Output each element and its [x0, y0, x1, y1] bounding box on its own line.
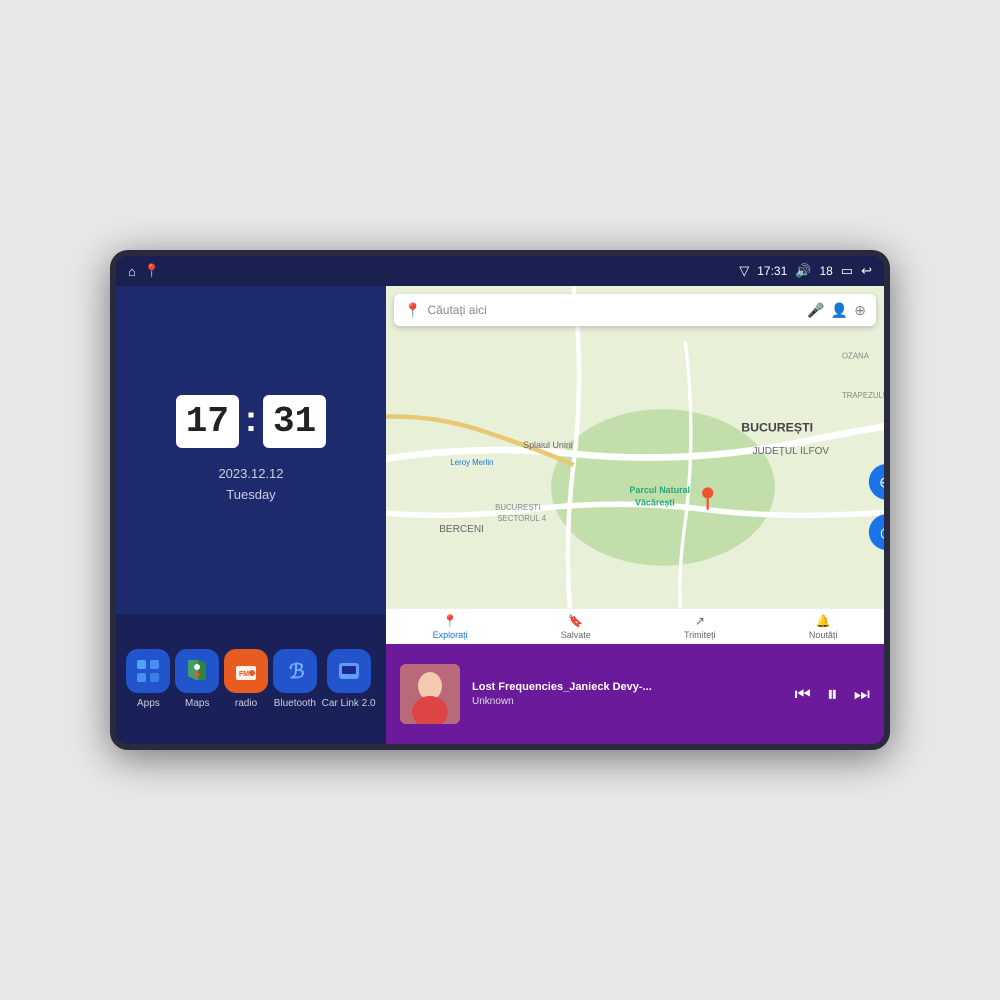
status-bar: ⌂ 📍 ▽ 17:31 🔊 18 ▭ ↩ — [116, 256, 884, 286]
radio-label: radio — [235, 698, 257, 709]
trimiteți-label: Trimiteți — [684, 630, 716, 640]
status-right: ▽ 17:31 🔊 18 ▭ ↩ — [739, 263, 872, 279]
svg-text:SECTORUL 4: SECTORUL 4 — [497, 514, 546, 523]
carlink-label: Car Link 2.0 — [322, 698, 376, 709]
bluetooth-icon: ℬ — [273, 649, 317, 693]
clock-display: 17 : 31 — [176, 395, 326, 448]
map-nav-explorați[interactable]: 📍 Explorați — [433, 614, 468, 640]
media-artist: Unknown — [472, 696, 783, 707]
back-icon[interactable]: ↩ — [861, 263, 872, 279]
prev-button[interactable]: ⏮ — [795, 684, 811, 705]
mic-icon[interactable]: 🎤 — [807, 302, 824, 319]
media-controls: ⏮ ⏸ ⏭ — [795, 681, 870, 707]
maps-pin-icon[interactable]: 📍 — [144, 263, 160, 279]
map-widget[interactable]: BUCUREȘTI JUDEȚUL ILFOV BERCENI Parcul N… — [386, 286, 884, 644]
map-background: BUCUREȘTI JUDEȚUL ILFOV BERCENI Parcul N… — [386, 286, 884, 644]
main-area: 17 : 31 2023.12.12 Tuesday — [116, 286, 884, 744]
news-icon: 🔔 — [816, 614, 831, 628]
svg-text:Splaiul Unirii: Splaiul Unirii — [523, 440, 573, 450]
radio-icon: FM — [224, 649, 268, 693]
layers-icon[interactable]: ⊕ — [854, 302, 866, 319]
svg-text:FM: FM — [239, 671, 249, 678]
play-pause-button[interactable]: ⏸ — [827, 681, 838, 707]
explorați-label: Explorați — [433, 630, 468, 640]
bluetooth-label: Bluetooth — [274, 698, 316, 709]
app-item-radio[interactable]: FM radio — [224, 649, 268, 709]
home-icon[interactable]: ⌂ — [128, 264, 136, 279]
account-icon[interactable]: 👤 — [831, 302, 848, 319]
media-info: Lost Frequencies_Janieck Devy-... Unknow… — [472, 681, 783, 707]
svg-text:BUCUREȘTI: BUCUREȘTI — [495, 503, 540, 512]
map-search-bar[interactable]: 📍 Căutați aici 🎤 👤 ⊕ — [394, 294, 876, 326]
app-launcher: Apps Maps — [116, 614, 386, 744]
svg-text:BERCENI: BERCENI — [439, 524, 484, 535]
share-icon: ↗ — [695, 614, 705, 628]
apps-icon — [126, 649, 170, 693]
svg-text:⊕: ⊕ — [879, 474, 884, 491]
clock-date: 2023.12.12 Tuesday — [218, 464, 283, 506]
svg-text:JUDEȚUL ILFOV: JUDEȚUL ILFOV — [752, 446, 829, 457]
map-nav-noutăți[interactable]: 🔔 Noutăți — [809, 614, 838, 640]
salvate-label: Salvate — [561, 630, 591, 640]
next-button[interactable]: ⏭ — [854, 684, 870, 705]
map-search-text[interactable]: Căutați aici — [427, 303, 801, 317]
status-time: 17:31 — [757, 264, 787, 278]
clock-minutes: 31 — [263, 395, 326, 448]
maps-search-pin-icon: 📍 — [404, 302, 421, 319]
svg-text:Leroy Merlin: Leroy Merlin — [450, 458, 493, 467]
map-nav-trimiteți[interactable]: ↗ Trimiteți — [684, 614, 716, 640]
noutăți-label: Noutăți — [809, 630, 838, 640]
apps-label: Apps — [137, 698, 160, 709]
clock-widget: 17 : 31 2023.12.12 Tuesday — [116, 286, 386, 614]
device-frame: ⌂ 📍 ▽ 17:31 🔊 18 ▭ ↩ 17 : — [110, 250, 890, 750]
carlink-icon — [327, 649, 371, 693]
app-item-apps[interactable]: Apps — [126, 649, 170, 709]
status-left: ⌂ 📍 — [128, 263, 160, 279]
map-search-icons: 🎤 👤 ⊕ — [807, 302, 866, 319]
left-panel: 17 : 31 2023.12.12 Tuesday — [116, 286, 386, 744]
maps-icon — [175, 649, 219, 693]
media-title: Lost Frequencies_Janieck Devy-... — [472, 681, 783, 693]
svg-text:BUCUREȘTI: BUCUREȘTI — [741, 420, 813, 434]
map-nav-salvate[interactable]: 🔖 Salvate — [561, 614, 591, 640]
svg-text:Văcărești: Văcărești — [635, 497, 675, 507]
screen: ⌂ 📍 ▽ 17:31 🔊 18 ▭ ↩ 17 : — [116, 256, 884, 744]
svg-text:TRAPEZULUI: TRAPEZULUI — [842, 391, 884, 400]
album-art-image — [400, 664, 460, 724]
explore-icon: 📍 — [443, 614, 458, 628]
volume-level: 18 — [819, 264, 832, 278]
svg-text:◎: ◎ — [880, 525, 884, 542]
clock-hours: 17 — [176, 395, 239, 448]
media-player: Lost Frequencies_Janieck Devy-... Unknow… — [386, 644, 884, 744]
svg-text:ℬ: ℬ — [289, 661, 305, 683]
app-item-carlink[interactable]: Car Link 2.0 — [322, 649, 376, 709]
signal-icon: ▽ — [739, 263, 749, 279]
album-art — [400, 664, 460, 724]
right-panel: BUCUREȘTI JUDEȚUL ILFOV BERCENI Parcul N… — [386, 286, 884, 744]
volume-icon: 🔊 — [795, 263, 811, 279]
battery-icon: ▭ — [841, 263, 853, 279]
app-item-bluetooth[interactable]: ℬ Bluetooth — [273, 649, 317, 709]
saved-icon: 🔖 — [568, 614, 583, 628]
clock-colon: : — [245, 398, 257, 440]
svg-text:Parcul Natural: Parcul Natural — [629, 485, 690, 495]
app-item-maps[interactable]: Maps — [175, 649, 219, 709]
map-bottom-bar: 📍 Explorați 🔖 Salvate ↗ Trimiteți — [386, 608, 884, 644]
svg-text:OZANA: OZANA — [842, 352, 870, 361]
maps-label: Maps — [185, 698, 209, 709]
